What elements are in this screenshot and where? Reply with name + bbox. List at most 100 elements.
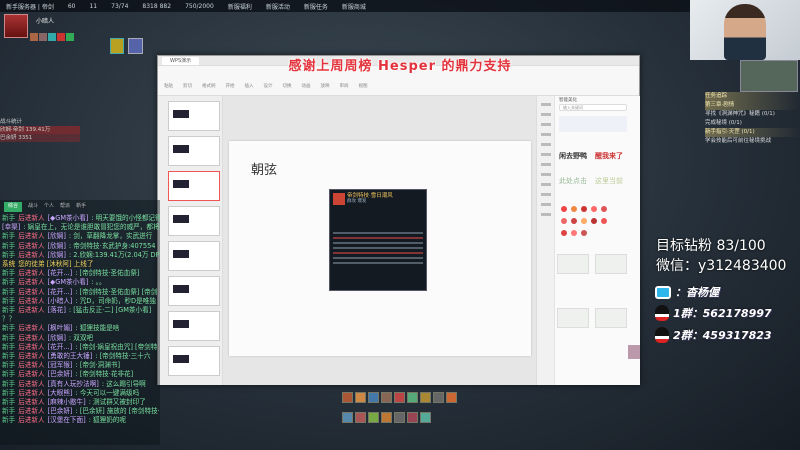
slide-thumbnail[interactable] [168,311,220,341]
wordart-sample[interactable]: 此处点击 [559,176,587,186]
slide-thumbnail[interactable] [168,276,220,306]
color-swatch[interactable] [581,230,587,236]
ribbon-button[interactable]: 粘贴 [164,83,173,89]
chat-player-name[interactable]: [欣娴] [48,334,66,342]
skill-slot[interactable] [420,412,431,423]
slide-thumbnail[interactable] [168,346,220,376]
slide-title[interactable]: 朝弦 [251,159,277,178]
chat-player-name[interactable]: [汉堡在下面] [48,416,86,424]
quest-item[interactable]: 第三章·剧情 [705,101,800,110]
chat-player-name[interactable]: [欣娴] [48,251,66,259]
chat-player-name[interactable]: [欣娴] [48,242,66,250]
panel-banner[interactable] [559,116,627,132]
skill-slot[interactable] [355,392,366,403]
color-swatch[interactable] [571,230,577,236]
template-thumbnail[interactable] [557,308,589,328]
player-portrait[interactable] [4,14,28,38]
skill-slot[interactable] [394,392,405,403]
chat-player-name[interactable]: [真有人玩抄法啊] [48,380,99,388]
skill-slot[interactable] [368,392,379,403]
skill-slot[interactable] [381,392,392,403]
ribbon-button[interactable]: 审阅 [340,83,349,89]
skill-slot[interactable] [368,412,379,423]
chat-tab[interactable]: 综合 [4,202,23,212]
skill-slot[interactable] [381,412,392,423]
slide-thumbnail[interactable] [168,206,220,236]
skill-icon[interactable] [128,38,143,54]
server-label[interactable]: 新手服务器 | 帝剑 [6,2,54,11]
slide-thumbnail[interactable] [168,241,220,271]
template-thumbnail[interactable] [595,254,627,274]
color-swatch[interactable] [591,218,597,224]
chat-tab[interactable]: 个人 [44,202,54,211]
ribbon-button[interactable]: 剪切 [183,83,192,89]
hud-button[interactable]: 新服活动 [266,2,290,11]
skill-slot[interactable] [420,392,431,403]
wordart-sample[interactable]: 醒我来了 [595,151,623,161]
chat-tab[interactable]: 新手 [76,202,86,211]
chat-player-name[interactable]: [麻辣小憨牛] [48,398,86,406]
ribbon-button[interactable]: 开始 [226,83,235,89]
color-swatch[interactable] [571,218,577,224]
bag-value[interactable]: 11 [89,3,97,10]
quest-item[interactable]: 完成秘境 (0/1) [705,119,800,128]
chat-player-name[interactable]: [勇敢的王大锤] [48,352,93,360]
color-swatch[interactable] [561,230,567,236]
chat-player-name[interactable]: [◆GM茶小看] [48,278,89,286]
hud-button[interactable]: 新服商城 [342,2,366,11]
hud-button[interactable]: 新服福利 [228,2,252,11]
color-swatch[interactable] [581,206,587,212]
ribbon-button[interactable]: 动画 [302,83,311,89]
chat-player-name[interactable]: [小暗人] [48,297,73,305]
quest-header[interactable]: 任务追踪 [705,92,800,101]
slide-thumbnail[interactable] [168,136,220,166]
chat-player-name[interactable]: [巴余妍] [48,407,73,415]
color-swatch[interactable] [591,206,597,212]
chat-player-name[interactable]: [◆GM茶小看] [48,214,89,222]
skill-icon[interactable] [110,38,124,54]
chat-player-name[interactable]: [巴余妍] [48,370,73,378]
quest-item[interactable]: 寻找《洞渊神咒》秘籍 (0/1) [705,110,800,119]
color-swatch[interactable] [571,206,577,212]
ribbon-button[interactable]: 放映 [321,83,330,89]
chat-player-name[interactable]: [落花] [48,306,66,314]
skill-slot[interactable] [342,392,353,403]
chat-player-name[interactable]: [欣娴] [48,232,66,240]
chat-tab[interactable]: 帮派 [60,202,70,211]
wordart-sample[interactable]: 这里当前 [595,176,623,186]
hud-button[interactable]: 新服任务 [304,2,328,11]
color-swatch[interactable] [561,206,567,212]
skill-slot[interactable] [407,392,418,403]
chat-player-name[interactable]: [花开...] [48,288,73,296]
slide-thumbnail[interactable] [168,101,220,131]
chat-player-name[interactable]: [大眼熊] [48,389,73,397]
panel-search-input[interactable]: 输入关键词 [559,104,627,111]
template-thumbnail[interactable] [595,308,627,328]
chat-player-name[interactable]: [冠军猴] [48,361,73,369]
ribbon-button[interactable]: 格式刷 [202,83,216,89]
skill-slot[interactable] [394,412,405,423]
color-swatch[interactable] [561,218,567,224]
chat-player-name[interactable]: [花开...] [48,269,73,277]
ribbon-button[interactable]: 切换 [283,83,292,89]
color-swatch[interactable] [601,218,607,224]
quest-item[interactable]: 学会技能后可前往秘境挑战 [705,137,800,146]
ribbon-button[interactable]: 视图 [359,83,368,89]
slide-thumbnail-selected[interactable] [168,171,220,201]
quest-item[interactable]: 新手指引·天罡 (0/1) [705,128,800,137]
skill-slot[interactable] [407,412,418,423]
wordart-sample[interactable]: 闲去野鸭 [559,151,587,161]
color-swatch[interactable] [581,218,587,224]
ribbon-button[interactable]: 插入 [245,83,254,89]
skill-slot[interactable] [342,412,353,423]
slide[interactable]: 朝弦 帝剑特技·雪日潮风 群攻 爆发 [229,141,531,356]
skill-slot[interactable] [433,392,444,403]
color-swatch[interactable] [601,206,607,212]
skill-slot[interactable] [446,392,457,403]
skill-slot[interactable] [355,412,366,423]
ribbon-button[interactable]: 设计 [264,83,273,89]
chat-tab[interactable]: 战斗 [28,202,38,211]
chat-player-name[interactable]: [花开...] [48,343,73,351]
chat-player-name[interactable]: [幸渠] [2,223,20,231]
chat-player-name[interactable]: [枫叶媚] [48,324,73,332]
